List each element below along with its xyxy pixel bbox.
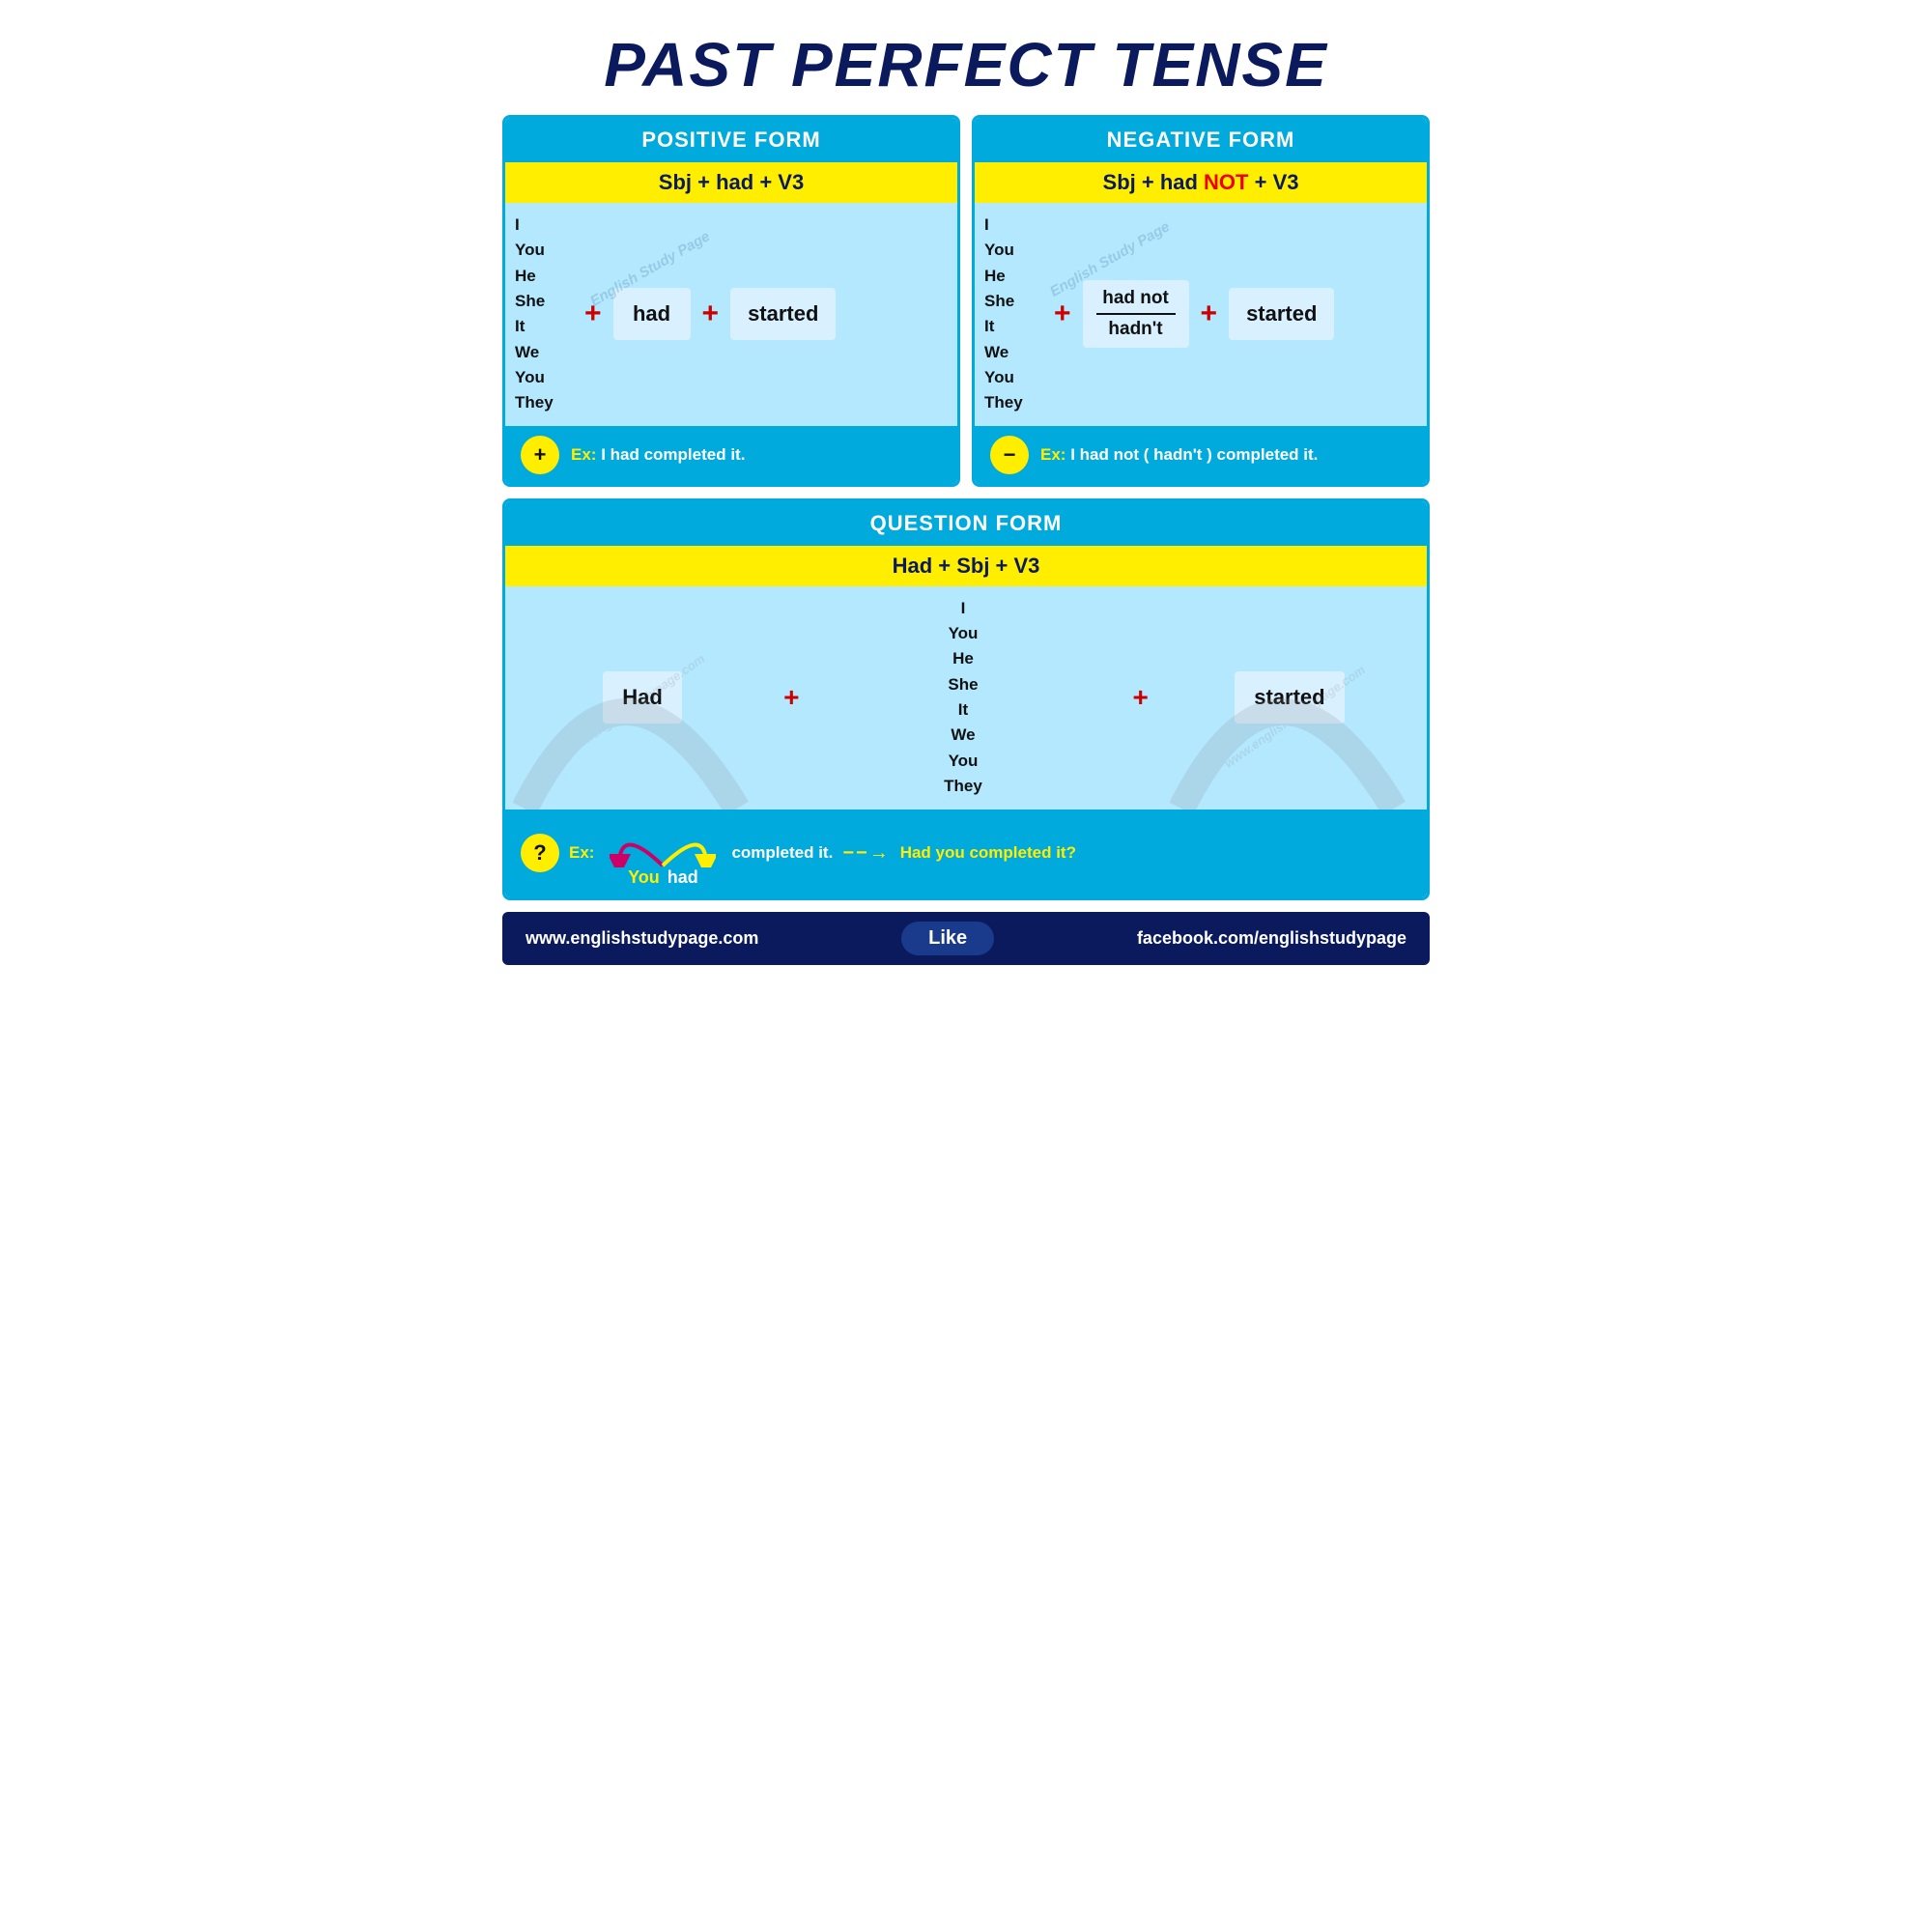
page: PAST PERFECT TENSE POSITIVE FORM Sbj + h… xyxy=(483,0,1449,975)
arrow-words: You had xyxy=(628,867,698,888)
positive-header: POSITIVE FORM xyxy=(505,118,957,162)
footer-left: www.englishstudypage.com xyxy=(526,928,758,949)
positive-example-bar: + Ex: I had completed it. xyxy=(505,426,957,484)
question-header: QUESTION FORM xyxy=(505,501,1427,546)
positive-ex-text: I had completed it. xyxy=(601,445,745,464)
positive-panel: POSITIVE FORM Sbj + had + V3 English Stu… xyxy=(502,115,960,487)
footer: www.englishstudypage.com Like facebook.c… xyxy=(502,912,1430,965)
negative-body: English Study Page IYouHeSheItWeYouThey … xyxy=(975,203,1427,426)
top-panels: POSITIVE FORM Sbj + had + V3 English Stu… xyxy=(502,115,1430,487)
negative-plus1: + xyxy=(1042,298,1083,330)
q-arrow-text: Had you completed it? xyxy=(900,843,1076,863)
question-panel: QUESTION FORM Had + Sbj + V3 www.english… xyxy=(502,498,1430,900)
q-had-col: Had xyxy=(505,662,780,733)
positive-example: Ex: I had completed it. xyxy=(571,445,745,465)
positive-formula: Sbj + had + V3 xyxy=(505,162,957,203)
neg-divider xyxy=(1096,313,1176,315)
q-you-word: You xyxy=(628,867,660,888)
q-v3: started xyxy=(1235,671,1344,724)
neg-formula-suffix: + V3 xyxy=(1249,170,1299,194)
negative-formula: Sbj + had NOT + V3 xyxy=(975,162,1427,203)
question-example-bar: ? Ex: xyxy=(505,810,1427,897)
arch-arrow-svg xyxy=(610,819,716,867)
negative-header: NEGATIVE FORM xyxy=(975,118,1427,162)
neg-had-not: had not xyxy=(1096,288,1176,309)
negative-verb-cell: had not hadn't xyxy=(1083,280,1189,348)
positive-v3: started xyxy=(730,288,836,340)
q-had: Had xyxy=(603,671,682,724)
negative-pronouns: IYouHeSheItWeYouThey xyxy=(984,213,1042,416)
arch-arrow-area: You had xyxy=(610,819,716,888)
negative-panel: NEGATIVE FORM Sbj + had NOT + V3 English… xyxy=(972,115,1430,487)
negative-badge: − xyxy=(990,436,1029,474)
neg-hadnt: hadn't xyxy=(1096,319,1176,340)
q-ex-label-text: Ex: xyxy=(569,843,594,862)
like-badge[interactable]: Like xyxy=(901,922,994,955)
q-ex-label: Ex: xyxy=(569,843,594,863)
q-completed: completed it. xyxy=(731,843,833,863)
q-had-word: had xyxy=(668,867,698,888)
positive-pronouns: IYouHeSheItWeYouThey xyxy=(515,213,573,416)
negative-ex-label: Ex: xyxy=(1040,445,1065,464)
neg-formula-not: NOT xyxy=(1204,170,1248,194)
negative-plus2: + xyxy=(1189,298,1230,330)
positive-plus1: + xyxy=(573,298,613,330)
q-pronouns: IYouHeSheItWeYouThey xyxy=(937,596,995,800)
q-arrow-text-strong: Had you completed it? xyxy=(900,843,1076,862)
question-formula: Had + Sbj + V3 xyxy=(505,546,1427,586)
neg-formula-prefix: Sbj + had xyxy=(1103,170,1205,194)
footer-right: facebook.com/englishstudypage xyxy=(1137,928,1406,949)
question-badge: ? xyxy=(521,834,559,872)
negative-example: Ex: I had not ( hadn't ) completed it. xyxy=(1040,445,1318,465)
q-plus1: + xyxy=(780,682,803,713)
negative-ex-text: I had not ( hadn't ) completed it. xyxy=(1070,445,1318,464)
q-pronouns-col: IYouHeSheItWeYouThey xyxy=(804,586,1129,810)
positive-plus2: + xyxy=(691,298,731,330)
negative-example-bar: − Ex: I had not ( hadn't ) completed it. xyxy=(975,426,1427,484)
positive-ex-label: Ex: xyxy=(571,445,596,464)
q-v3-col: started xyxy=(1152,662,1427,733)
question-body: www.englishstudypage.com www.englishstud… xyxy=(505,586,1427,810)
main-title: PAST PERFECT TENSE xyxy=(502,19,1430,115)
positive-had: had xyxy=(613,288,691,340)
q-plus2: + xyxy=(1129,682,1152,713)
positive-badge: + xyxy=(521,436,559,474)
dash-arrow: −−→ xyxy=(842,842,890,865)
negative-v3: started xyxy=(1229,288,1334,340)
positive-body: English Study Page IYouHeSheItWeYouThey … xyxy=(505,203,957,426)
